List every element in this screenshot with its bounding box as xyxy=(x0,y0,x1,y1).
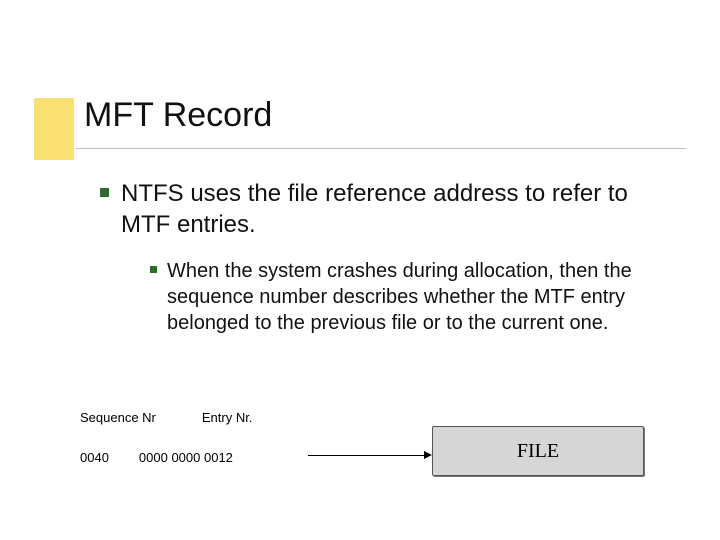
arrow-line xyxy=(308,455,428,456)
file-record-box: FILE xyxy=(432,426,644,476)
bullet-level2: When the system crashes during allocatio… xyxy=(150,258,680,336)
file-box-label: FILE xyxy=(517,440,559,463)
bullet2-text: When the system crashes during allocatio… xyxy=(167,258,680,336)
sequence-nr-label: Sequence Nr xyxy=(80,410,156,425)
arrow-right-icon xyxy=(424,451,432,459)
title-underline xyxy=(76,148,686,149)
square-bullet-icon xyxy=(150,266,157,273)
entry-nr-label: Entry Nr. xyxy=(202,410,253,425)
bullet-level1: NTFS uses the file reference address to … xyxy=(100,178,680,240)
slide-title: MFT Record xyxy=(84,96,272,135)
sequence-nr-value: 0040 xyxy=(80,450,109,465)
title-accent xyxy=(34,98,74,160)
bullet1-text: NTFS uses the file reference address to … xyxy=(121,178,680,240)
square-bullet-icon xyxy=(100,188,109,197)
entry-nr-value: 0000 0000 0012 xyxy=(139,450,233,465)
file-reference-diagram: Sequence Nr Entry Nr. 0040 0000 0000 001… xyxy=(80,410,680,510)
